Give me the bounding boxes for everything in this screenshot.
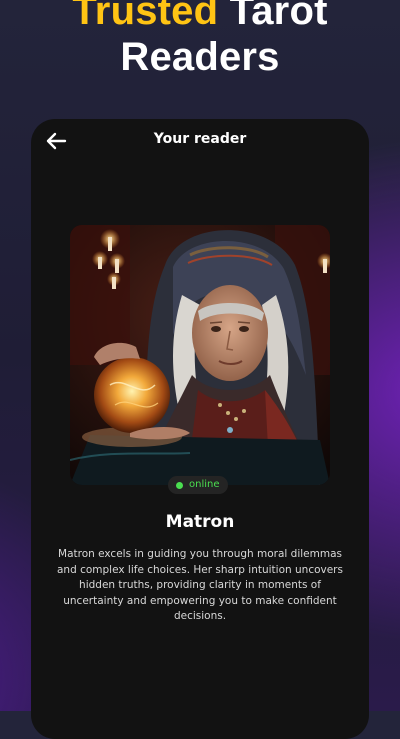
online-indicator-dot [176,481,183,489]
status-badge: online [168,476,228,494]
page-title: Your reader [153,131,247,147]
arrow-left-icon [46,132,67,150]
reader-profile-screen: Your reader online Matron Matron excels … [31,119,369,739]
headline-rest: Tarot [218,0,328,33]
headline-accent: Trusted [72,0,219,33]
reader-name: Matron [165,512,235,532]
top-bar: Your reader [31,119,369,163]
reader-portrait [70,225,330,485]
back-button[interactable] [43,129,71,153]
reader-description: Matron excels in guiding you through mor… [57,548,343,622]
headline-line-1: Trusted Tarot [0,0,400,34]
headline-line-2: Readers [120,35,280,79]
promo-headline: Trusted Tarot Readers [0,0,400,80]
status-label: online [189,479,220,490]
